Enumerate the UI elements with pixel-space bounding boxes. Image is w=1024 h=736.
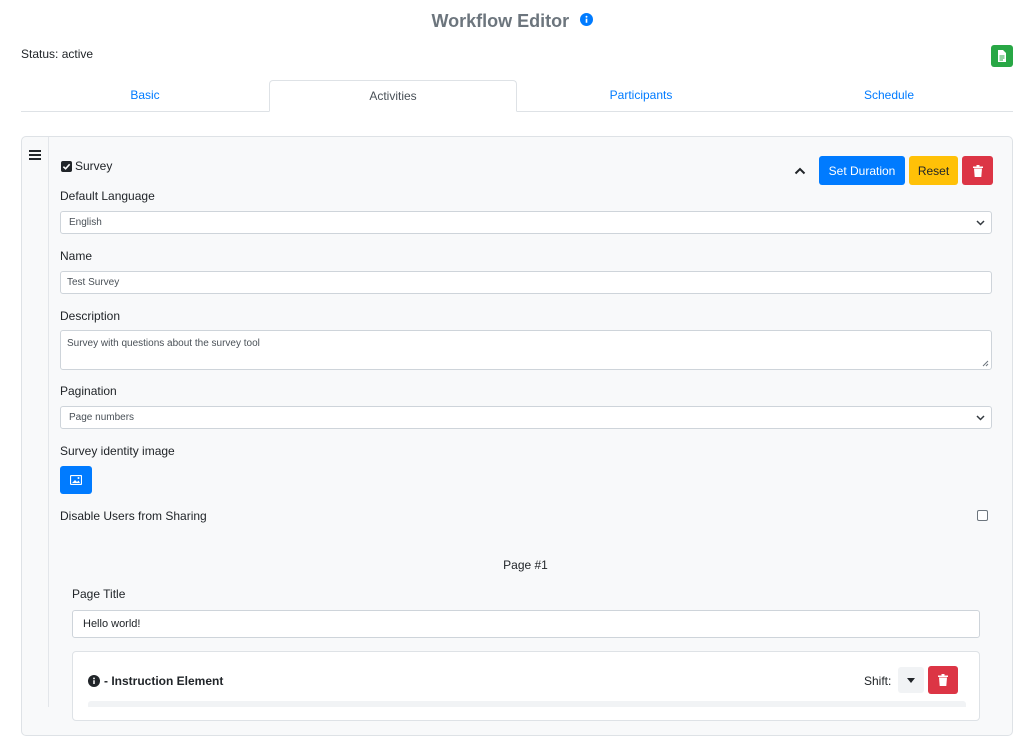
disable-sharing-checkbox[interactable] <box>977 510 988 521</box>
shift-label: Shift: <box>864 674 892 688</box>
chevron-down-icon <box>976 219 985 226</box>
resize-grip-icon[interactable] <box>982 360 989 367</box>
image-icon <box>70 475 82 485</box>
survey-type-checkbox[interactable]: Survey <box>61 159 112 173</box>
tab-participants[interactable]: Participants <box>517 80 765 111</box>
shift-dropdown-button[interactable] <box>898 667 924 693</box>
instruction-element-body <box>88 701 966 707</box>
chevron-up-icon <box>794 167 806 175</box>
default-language-label: Default Language <box>60 189 155 203</box>
drag-handle-icon[interactable] <box>29 147 41 165</box>
info-circle-icon <box>88 675 100 687</box>
tab-schedule[interactable]: Schedule <box>765 80 1013 111</box>
tab-activities[interactable]: Activities <box>269 80 517 112</box>
tab-basic[interactable]: Basic <box>21 80 269 111</box>
default-language-select[interactable]: English <box>60 211 992 234</box>
tab-bar: Basic Activities Participants Schedule <box>21 80 1013 112</box>
page-title-value: Hello world! <box>83 618 141 630</box>
delete-activity-button[interactable] <box>962 156 993 185</box>
upload-image-button[interactable] <box>60 466 92 494</box>
description-label: Description <box>60 309 121 323</box>
collapse-button[interactable] <box>790 161 810 181</box>
page-number: Page #1 <box>503 558 548 572</box>
status-text: Status: active <box>21 47 93 61</box>
name-label: Name <box>60 249 93 263</box>
disable-sharing-label: Disable Users from Sharing <box>60 509 207 523</box>
name-input[interactable]: Test Survey <box>60 271 992 294</box>
identity-image-label: Survey identity image <box>60 444 175 458</box>
survey-type-label: Survey <box>75 159 113 173</box>
caret-down-icon <box>907 677 915 683</box>
page-title: Workflow Editor <box>431 11 570 31</box>
default-language-value: English <box>69 217 102 228</box>
status-value: active <box>61 47 94 61</box>
chevron-down-icon <box>976 414 985 421</box>
name-value: Test Survey <box>67 277 120 288</box>
trash-icon <box>938 674 948 686</box>
info-icon[interactable] <box>579 12 593 31</box>
page-title-label: Page Title <box>72 587 126 601</box>
pagination-label: Pagination <box>60 384 117 398</box>
document-icon <box>998 50 1006 62</box>
description-value: Survey with questions about the survey t… <box>67 338 260 349</box>
card-divider <box>48 137 49 707</box>
delete-element-button[interactable] <box>928 666 958 694</box>
page-header: Workflow Editor <box>0 11 1024 32</box>
instruction-element-title: - Instruction Element <box>104 674 224 688</box>
page-title-input[interactable]: Hello world! <box>72 610 980 638</box>
pagination-select[interactable]: Page numbers <box>60 406 992 429</box>
export-document-button[interactable] <box>991 45 1013 67</box>
set-duration-button[interactable]: Set Duration <box>819 156 905 185</box>
trash-icon <box>972 164 983 177</box>
instruction-element-header: - Instruction Element <box>88 674 223 688</box>
description-textarea[interactable]: Survey with questions about the survey t… <box>60 330 992 370</box>
status-label: Status: <box>21 47 59 61</box>
checkbox-checked-icon[interactable] <box>61 160 72 172</box>
pagination-value: Page numbers <box>69 412 135 423</box>
reset-button[interactable]: Reset <box>909 156 958 185</box>
